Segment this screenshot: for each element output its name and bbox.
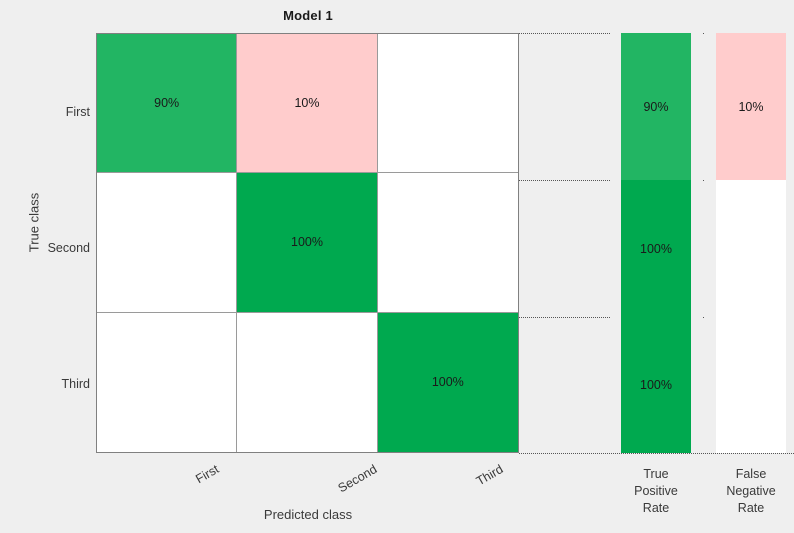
x-tick-label-second: Second — [335, 462, 380, 496]
y-tick-label-second: Second — [47, 241, 90, 255]
matrix-cell-first-third[interactable] — [377, 34, 518, 174]
fnr-band-second[interactable] — [716, 180, 786, 317]
tpr-band-second[interactable]: 100% — [621, 180, 691, 317]
leader-line-bottom — [519, 453, 794, 454]
true-positive-rate-column: 90% 100% 100% — [610, 33, 702, 453]
true-positive-rate-caption: True Positive Rate — [610, 466, 702, 517]
tpr-caption-line-3: Rate — [642, 501, 670, 515]
fnr-caption-line-1: False — [735, 467, 767, 481]
confusion-matrix: 90% 10% 100% 100% — [96, 33, 519, 453]
fnr-band-first[interactable]: 10% — [716, 33, 786, 180]
page-title: Model 1 — [283, 8, 333, 23]
x-axis-title: Predicted class — [263, 507, 353, 522]
fnr-band-third[interactable] — [716, 317, 786, 453]
false-negative-rate-caption: False Negative Rate — [705, 466, 794, 517]
confusion-chart-figure: Model 1 True class First Second Third 90… — [0, 0, 794, 533]
y-tick-label-third: Third — [61, 377, 90, 391]
matrix-cell-third-first[interactable] — [97, 312, 238, 452]
matrix-cell-first-first[interactable]: 90% — [97, 34, 238, 174]
false-negative-rate-column: 10% — [705, 33, 794, 453]
matrix-cell-second-second[interactable]: 100% — [237, 173, 378, 313]
fnr-caption-line-2: Negative — [726, 484, 776, 498]
x-tick-label-first: First — [193, 462, 222, 487]
y-axis-tick-labels: First Second Third — [8, 0, 90, 533]
y-tick-label-first: First — [65, 105, 90, 119]
tpr-caption-line-2: Positive — [634, 484, 678, 498]
x-tick-label-third: Third — [473, 462, 506, 489]
tpr-band-third[interactable]: 100% — [621, 317, 691, 453]
tpr-caption-line-1: True — [643, 467, 669, 481]
tpr-band-first[interactable]: 90% — [621, 33, 691, 180]
fnr-caption-line-3: Rate — [737, 501, 765, 515]
matrix-cell-first-second[interactable]: 10% — [237, 34, 378, 174]
matrix-cell-third-third[interactable]: 100% — [377, 312, 518, 452]
matrix-cell-second-third[interactable] — [377, 173, 518, 313]
matrix-cell-second-first[interactable] — [97, 173, 238, 313]
matrix-cell-third-second[interactable] — [237, 312, 378, 452]
